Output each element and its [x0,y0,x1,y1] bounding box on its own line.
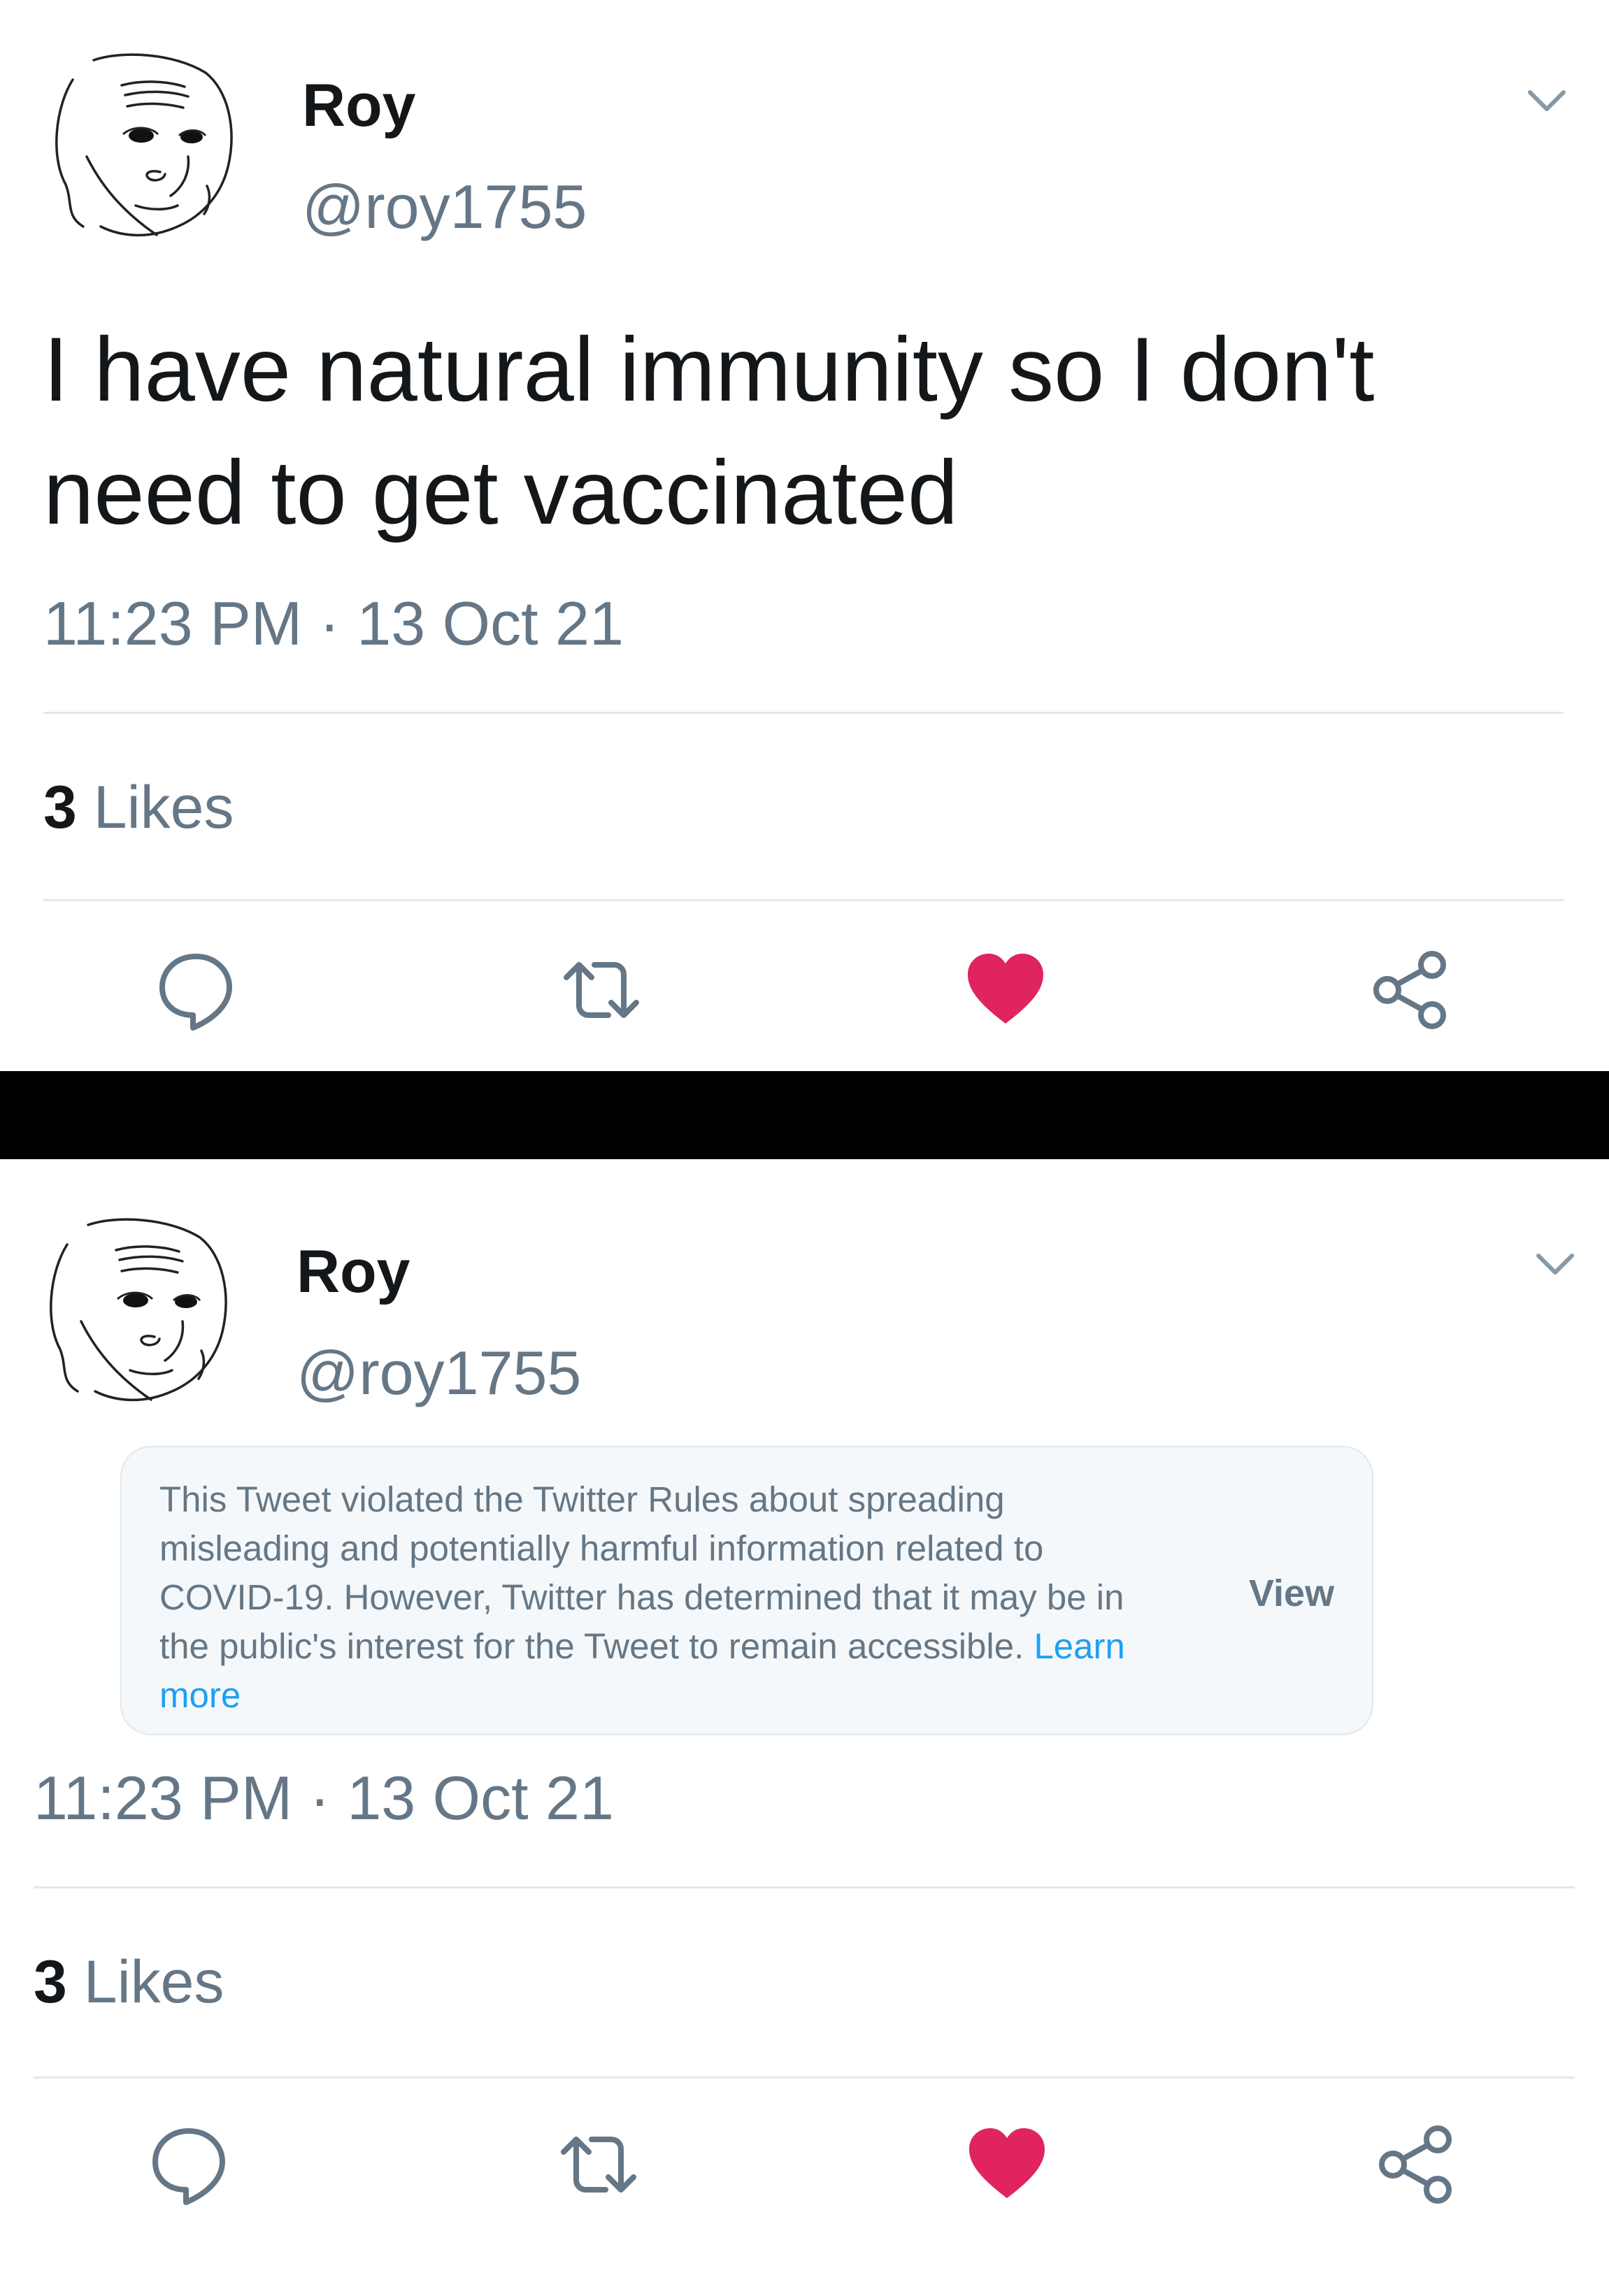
divider [43,899,1564,901]
likes-number: 3 [34,1949,67,2016]
likes-number: 3 [43,774,77,841]
divider [34,2076,1575,2079]
likes-label: Likes [93,774,234,841]
view-button[interactable]: View [1249,1574,1334,1612]
chevron-down-icon[interactable] [1526,87,1568,115]
reply-icon[interactable] [147,2123,231,2207]
notice-message: This Tweet violated the Twitter Rules ab… [159,1479,1124,1666]
retweet-icon[interactable] [559,948,643,1032]
author-name[interactable]: Roy [296,1242,410,1302]
author-name[interactable]: Roy [302,76,415,136]
author-handle[interactable]: @roy1755 [296,1342,581,1404]
tweet-timestamp[interactable]: 11:23 PM · 13 Oct 21 [43,593,624,654]
share-icon[interactable] [1369,948,1453,1032]
reply-icon[interactable] [154,948,238,1032]
divider [43,712,1564,714]
tweet-text: I have natural immunity so I don't need … [43,318,1375,543]
like-icon[interactable] [964,948,1047,1032]
tweet-timestamp[interactable]: 11:23 PM · 13 Oct 21 [34,1767,614,1829]
likes-count[interactable]: 3 Likes [43,777,234,838]
author-handle[interactable]: @roy1755 [302,176,587,238]
chevron-down-icon[interactable] [1534,1250,1576,1278]
notice-text: This Tweet violated the Twitter Rules ab… [159,1475,1166,1720]
image-separator [0,1071,1609,1159]
retweet-icon[interactable] [557,2123,641,2207]
share-icon[interactable] [1375,2123,1459,2207]
likes-count[interactable]: 3 Likes [34,1952,224,2012]
policy-notice: This Tweet violated the Twitter Rules ab… [120,1446,1373,1735]
likes-label: Likes [83,1949,224,2016]
tweet-card-original: Roy @roy1755 I have natural immunity so … [0,0,1609,1071]
divider [34,1886,1575,1888]
avatar[interactable] [45,52,248,254]
like-icon[interactable] [965,2123,1049,2207]
tweet-card-flagged: Roy @roy1755 This Tweet violated the Twi… [0,1159,1609,2296]
avatar[interactable] [39,1217,242,1419]
